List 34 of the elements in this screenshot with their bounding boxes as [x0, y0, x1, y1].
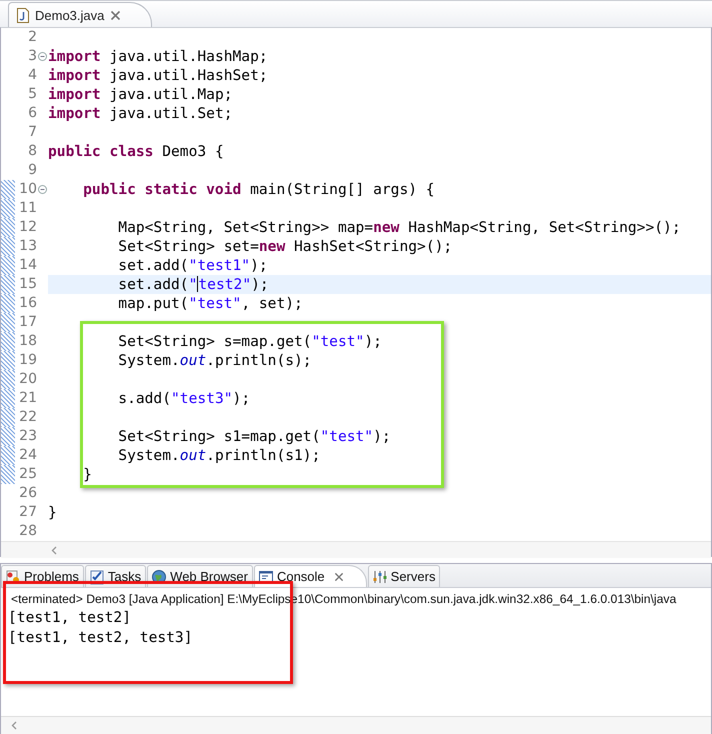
code-text: Set<String> s1=map.get("test"); [117, 427, 392, 446]
editor-tab[interactable]: Demo3.java [8, 2, 152, 27]
console-output-line: [test1, test2, test3] [7, 628, 194, 648]
panel-tab[interactable]: Console [254, 565, 367, 587]
code-text: set.add("test1"); [117, 256, 269, 275]
servers-icon [372, 568, 388, 584]
code-editor[interactable] [0, 27, 712, 557]
console-output-line: [test1, test2] [7, 608, 132, 628]
close-icon[interactable] [110, 10, 122, 20]
tab-title: Demo3.java [35, 8, 104, 22]
code-text: } [48, 503, 58, 522]
horizontal-scrollbar[interactable] [1, 541, 711, 558]
code-text: s.add("test3"); [117, 389, 252, 408]
code-text: Set<String> s=map.get("test"); [117, 332, 383, 351]
scroll-left-icon[interactable] [51, 546, 57, 554]
code-text: Map<String, Set<String>> map=new HashMap<String, Set<String>>(); [117, 218, 682, 237]
code-text: import java.util.HashSet; [48, 66, 269, 85]
fold-icon[interactable] [38, 185, 46, 194]
code-text: public class Demo3 { [48, 142, 225, 161]
code-text: } [82, 465, 93, 484]
code-text: import java.util.Map; [48, 85, 234, 104]
panel-tab[interactable]: Servers [368, 565, 440, 587]
code-text: map.put("test", set); [117, 294, 304, 313]
code-text: System.out.println(s1); [117, 446, 322, 465]
code-text: public static void main(String[] args) { [82, 180, 436, 199]
scroll-left-icon[interactable] [11, 721, 17, 730]
fold-icon[interactable] [38, 52, 46, 61]
close-icon[interactable] [334, 572, 344, 582]
code-text: Set<String> set=new HashSet<String>(); [117, 237, 454, 256]
java-file-icon [17, 8, 29, 22]
code-text: import java.util.HashMap; [48, 47, 269, 66]
code-text: System.out.println(s); [117, 351, 313, 370]
horizontal-scrollbar[interactable] [1, 716, 711, 734]
code-text: import java.util.Set; [48, 104, 234, 123]
